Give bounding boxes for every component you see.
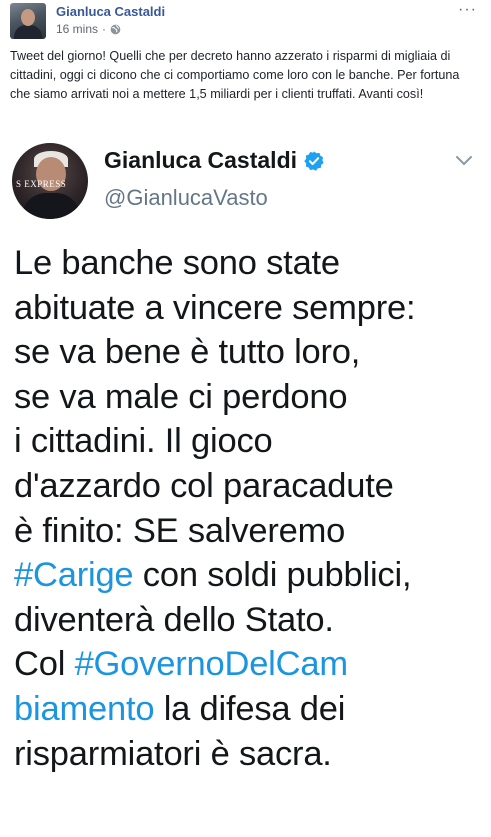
tweet-line: Le banche sono state [14,244,340,282]
tweet-text: Le banche sono state abituate a vincere … [14,241,486,776]
tweet-line-text: con soldi pubblici, [133,556,412,595]
hashtag-governo[interactable]: #GovernoDelCam [75,645,349,683]
globe-icon[interactable] [110,24,121,35]
tweet-screenshot: S EXPRESS Gianluca Castaldi @GianlucaVas… [0,133,491,837]
hashtag-governo-continued[interactable]: biamento [14,690,155,728]
tweet-author-label: Gianluca Castaldi [104,147,298,173]
post-header: Gianluca Castaldi 16 mins · ··· [0,0,491,44]
tweet-line-text: la difesa dei [154,689,346,728]
hashtag-carige[interactable]: #Carige [14,556,134,594]
verified-badge-icon [304,150,324,171]
post-text: Tweet del giorno! Quelli che per decreto… [10,49,460,101]
meta-separator: · [102,22,107,36]
author-avatar[interactable] [10,3,46,39]
tweet-line: #Carige con soldi pubblici, [14,553,486,598]
tweet-line: se va male ci perdono [14,377,348,416]
tweet-line: è finito: SE salveremo [14,511,346,550]
post-meta: 16 mins · [56,22,121,36]
tweet-line: i cittadini. Il gioco [14,422,273,461]
avatar-brand-text: S EXPRESS [16,179,67,189]
tweet-handle: @GianlucaVasto [104,185,268,210]
tweet-author-name: Gianluca Castaldi [104,147,325,174]
tweet-avatar: S EXPRESS [12,143,88,219]
more-options-icon[interactable]: ··· [458,2,477,18]
tweet-line: risparmiatori è sacra. [14,734,332,773]
tweet-line: se va bene è tutto loro, [14,333,361,372]
author-name[interactable]: Gianluca Castaldi [56,4,165,19]
tweet-line: abituate a vincere sempre: [14,288,416,327]
tweet-line: diventerà dello Stato. [14,600,334,639]
tweet-line: d'azzardo col paracadute [14,466,394,505]
chevron-down-icon [456,156,472,166]
tweet-line: biamento la difesa dei [14,687,486,732]
post-timestamp[interactable]: 16 mins [56,22,98,36]
tweet-line-text: Col [14,645,75,684]
tweet-line: Col #GovernoDelCam [14,642,486,687]
